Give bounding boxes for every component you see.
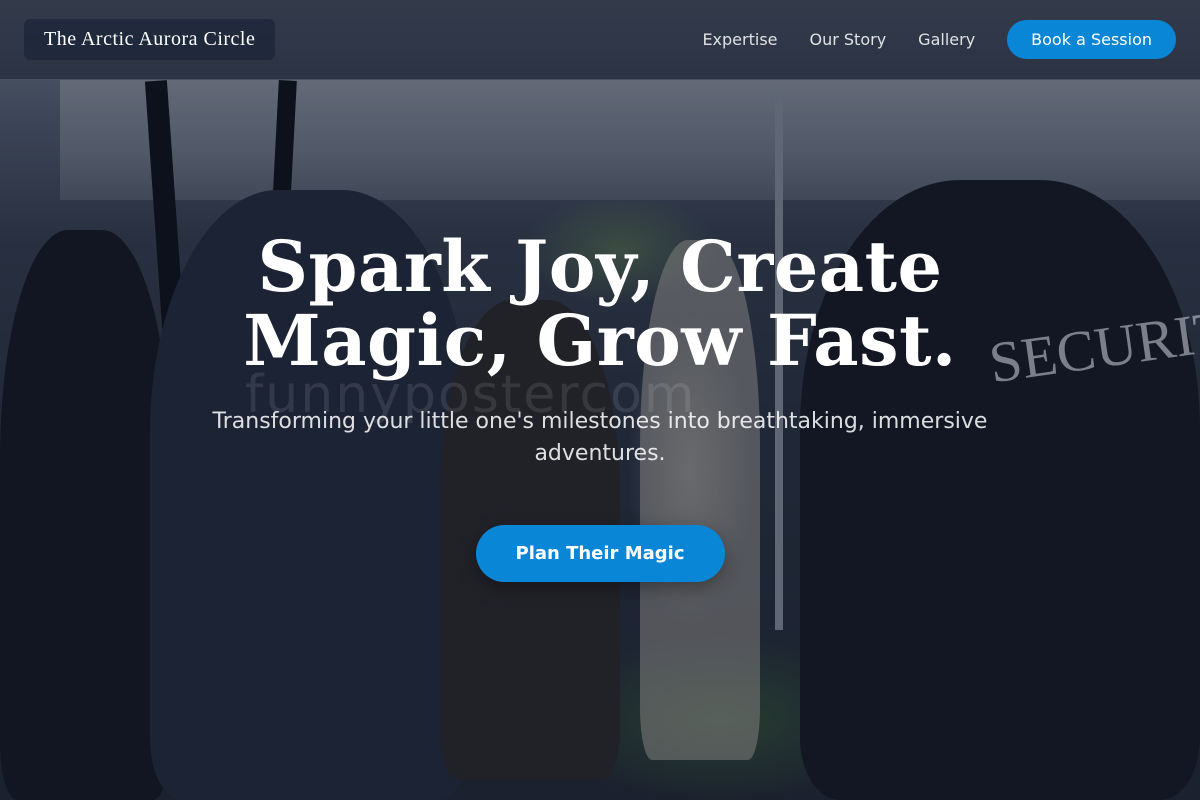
- hero-section: Spark Joy, Create Magic, Grow Fast. Tran…: [0, 230, 1200, 582]
- hero-headline: Spark Joy, Create Magic, Grow Fast.: [243, 225, 957, 382]
- brand-logo[interactable]: The Arctic Aurora Circle: [24, 19, 276, 60]
- main-nav: Expertise Our Story Gallery Book a Sessi…: [670, 20, 1176, 59]
- book-session-button[interactable]: Book a Session: [1007, 20, 1176, 59]
- nav-link-gallery[interactable]: Gallery: [918, 30, 975, 49]
- hero-subheadline: Transforming your little one's milestone…: [212, 409, 988, 466]
- site-header: The Arctic Aurora Circle Expertise Our S…: [0, 0, 1200, 80]
- nav-link-our-story[interactable]: Our Story: [810, 30, 887, 49]
- plan-magic-button[interactable]: Plan Their Magic: [475, 525, 725, 582]
- nav-link-expertise[interactable]: Expertise: [702, 30, 777, 49]
